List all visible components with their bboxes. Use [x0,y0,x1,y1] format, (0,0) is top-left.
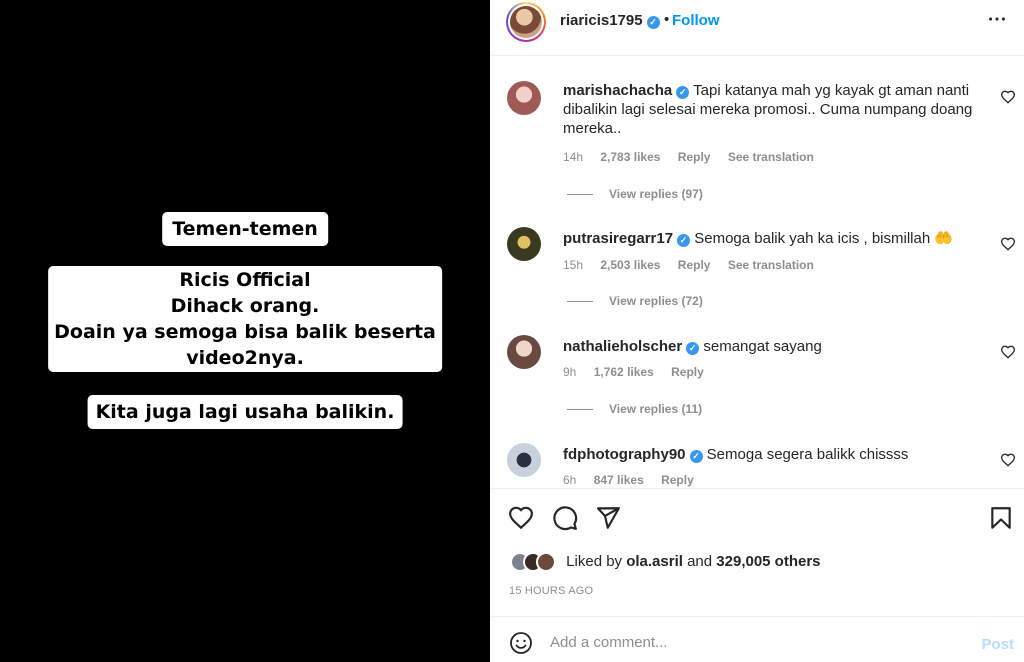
story-line: video2nya. [186,347,304,369]
verified-badge-icon: ✓ [689,450,703,463]
header-separator: • [664,11,670,28]
commenter-avatar[interactable] [507,335,541,369]
reply-button[interactable]: Reply [678,258,711,272]
post-header: riaricis1795 ✓ • Follow [490,0,1024,56]
commenter-avatar[interactable] [507,443,541,477]
story-text-box-3: Kita juga lagi usaha balikin. [87,395,403,429]
commenter-username[interactable]: putrasiregarr17 [563,230,673,247]
commenter-avatar[interactable] [507,81,541,115]
liked-by-summary: Liked by ola.asril and 329,005 others [510,552,821,572]
view-replies-label[interactable]: View replies (11) [609,402,702,416]
liker-avatars [510,552,560,572]
comment-likes[interactable]: 2,503 likes [600,258,660,272]
comment-likes[interactable]: 2,783 likes [600,150,660,164]
comment-time[interactable]: 9h [563,365,576,379]
add-comment-bar: Post [490,616,1024,662]
comment-meta: 6h 847 likes Reply [563,473,708,487]
liker-avatar[interactable] [536,552,556,572]
comment-likes[interactable]: 1,762 likes [594,365,654,379]
view-replies-button[interactable]: View replies (72) [567,294,703,308]
story-line: Dihack orang. [170,295,320,317]
comment-time[interactable]: 6h [563,473,576,487]
comment-time[interactable]: 14h [563,150,583,164]
comment-meta: 14h 2,783 likes Reply See translation [563,150,828,164]
liked-by-prefix: Liked by [566,552,623,570]
post-sidebar: riaricis1795 ✓ • Follow marishachacha ✓ Ta… [490,0,1024,662]
view-replies-button[interactable]: View replies (11) [567,402,702,416]
comments-list[interactable]: marishachacha ✓ Tapi katanya mah yg kayak… [490,57,1024,487]
commenter-username[interactable]: fdphotography90 [563,446,686,463]
comment-meta: 9h 1,762 likes Reply [563,365,718,379]
save-bookmark-icon[interactable] [988,505,1014,531]
liked-by-others[interactable]: 329,005 others [716,553,820,570]
story-line: Doain ya semoga bisa balik beserta [54,321,436,343]
story-text-1: Temen-temen [172,218,318,240]
comment-input[interactable] [550,629,960,655]
verified-badge-icon: ✓ [676,86,690,99]
like-comment-heart-icon[interactable] [1000,89,1016,105]
author-avatar[interactable] [506,2,546,42]
like-comment-heart-icon[interactable] [1000,344,1016,360]
reply-button[interactable]: Reply [671,365,704,379]
like-comment-heart-icon[interactable] [1000,452,1016,468]
comment-meta: 15h 2,503 likes Reply See translation [563,258,828,272]
commenter-username[interactable]: marishachacha [563,82,672,99]
comment-text: marishachacha ✓ Tapi katanya mah yg kayak… [563,81,983,138]
liked-by-and: and [687,552,713,570]
view-replies-button[interactable]: View replies (97) [567,187,703,201]
reply-button[interactable]: Reply [661,473,694,487]
comment-bubble-icon[interactable] [552,505,578,531]
commenter-avatar[interactable] [507,227,541,261]
post-comment-button[interactable]: Post [981,636,1014,653]
comment-likes[interactable]: 847 likes [594,473,644,487]
comment-content: Semoga segera balikk chissss [706,446,909,463]
verified-badge-icon: ✓ [646,16,660,29]
verified-badge-icon: ✓ [686,342,700,355]
reply-button[interactable]: Reply [678,150,711,164]
see-translation-button[interactable]: See translation [728,150,814,164]
post-actions: Liked by ola.asril and 329,005 others 15… [490,488,1024,616]
follow-button[interactable]: Follow [672,12,720,29]
comment-text: fdphotography90 ✓ Semoga segera balikk ch… [563,445,983,464]
comment-content: Semoga balik yah ka icis , bismillah 🤲 [694,230,954,247]
comment-content: semangat sayang [703,338,822,355]
emoji-smiley-icon[interactable] [509,631,533,655]
liked-by-user[interactable]: ola.asril [626,553,683,570]
view-replies-label[interactable]: View replies (72) [609,294,703,308]
commenter-username[interactable]: nathalieholscher [563,338,682,355]
comment-text: nathalieholscher ✓ semangat sayang [563,337,983,356]
post-timestamp[interactable]: 15 HOURS AGO [509,585,593,597]
verified-badge-icon: ✓ [677,234,691,247]
view-replies-label[interactable]: View replies (97) [609,187,703,201]
story-text-box-1: Temen-temen [162,212,328,246]
see-translation-button[interactable]: See translation [728,258,814,272]
story-text-3: Kita juga lagi usaha balikin. [95,401,395,423]
like-comment-heart-icon[interactable] [1000,236,1016,252]
post-media[interactable]: Temen-temen Ricis Official Dihack orang.… [0,0,490,662]
comment-text: putrasiregarr17 ✓ Semoga balik yah ka ici… [563,229,983,248]
share-paper-plane-icon[interactable] [595,505,621,531]
author-username[interactable]: riaricis1795 ✓ [560,12,660,29]
like-heart-icon[interactable] [508,505,534,531]
more-options-icon[interactable] [986,8,1008,36]
story-line: Ricis Official [179,269,311,291]
author-username-text[interactable]: riaricis1795 [560,12,643,29]
comment-time[interactable]: 15h [563,258,583,272]
story-text-box-2: Ricis Official Dihack orang. Doain ya se… [48,266,442,372]
